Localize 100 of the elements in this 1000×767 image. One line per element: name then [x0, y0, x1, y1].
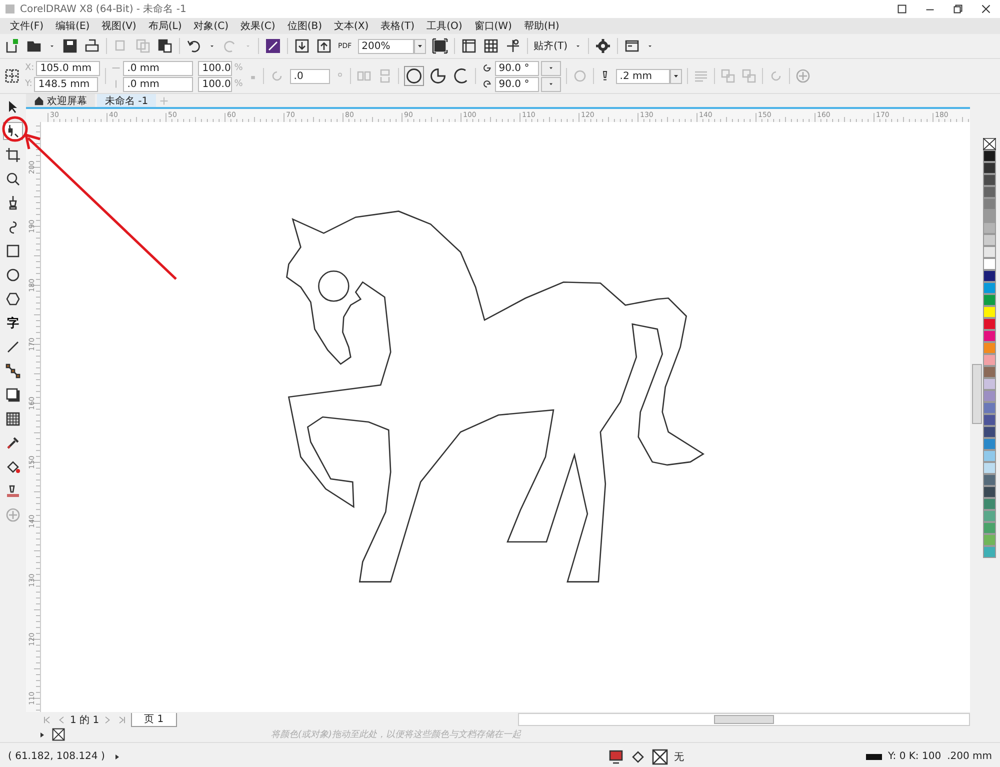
rotation-field[interactable]: .0 [290, 68, 330, 84]
start-angle-field[interactable]: 90.0 ° [494, 60, 539, 76]
color-swatch[interactable] [983, 414, 996, 426]
undo-icon[interactable] [186, 38, 202, 54]
arc-icon[interactable] [452, 67, 470, 85]
menu-item[interactable]: 布局(L) [142, 19, 188, 33]
menu-item[interactable]: 对象(C) [188, 19, 235, 33]
end-angle-field[interactable]: 90.0 ° [494, 76, 539, 92]
color-swatch[interactable] [983, 402, 996, 414]
scale-y-field[interactable]: 100.0 [198, 76, 232, 92]
menu-item[interactable]: 帮助(H) [518, 19, 566, 33]
color-swatch[interactable] [983, 270, 996, 282]
y-position-field[interactable]: 148.5 mm [34, 76, 98, 92]
restore-icon[interactable] [952, 3, 964, 15]
page-counter: 1 的 1 [70, 714, 100, 726]
scale-x-field[interactable]: 100.0 [198, 60, 232, 76]
menu-item[interactable]: 文件(F) [4, 19, 50, 33]
dropdown-button[interactable] [670, 68, 682, 84]
rulers-icon[interactable] [460, 38, 477, 54]
color-swatch[interactable] [983, 366, 996, 378]
color-swatch[interactable] [983, 498, 996, 510]
end-angle-icon [480, 78, 493, 90]
ellipse-icon[interactable] [404, 67, 423, 85]
print-icon[interactable] [84, 38, 100, 54]
color-swatch[interactable] [983, 546, 996, 558]
play-icon[interactable] [112, 752, 121, 760]
percent-label: % [234, 79, 243, 89]
import-icon[interactable] [294, 38, 310, 54]
color-swatch[interactable] [983, 150, 996, 162]
no-color-swatch[interactable] [983, 138, 996, 150]
fill-icon[interactable] [630, 748, 646, 764]
snap-button[interactable]: 贴齐(T) [534, 39, 568, 53]
reference-point-icon[interactable] [4, 68, 20, 84]
vertical-scrollbar[interactable] [972, 364, 982, 424]
x-position-field[interactable]: 105.0 mm [36, 60, 100, 76]
caret-icon[interactable] [548, 81, 554, 87]
color-swatch[interactable] [983, 354, 996, 366]
none-swatch-icon[interactable] [652, 748, 668, 764]
color-swatch[interactable] [983, 294, 996, 306]
grid-icon[interactable] [482, 38, 499, 54]
full-page-icon[interactable] [432, 38, 448, 54]
color-swatch[interactable] [983, 210, 996, 222]
color-swatch[interactable] [983, 426, 996, 438]
color-swatch[interactable] [983, 186, 996, 198]
menu-item[interactable]: 表格(T) [374, 19, 421, 33]
color-swatch[interactable] [983, 246, 996, 258]
color-swatch[interactable] [983, 450, 996, 462]
zoom-field[interactable]: 200% [358, 38, 414, 54]
color-swatch[interactable] [983, 258, 996, 270]
color-swatch[interactable] [983, 162, 996, 174]
width-field[interactable]: .0 mm [123, 60, 194, 76]
height-field[interactable]: .0 mm [123, 76, 194, 92]
horizontal-scrollbar[interactable] [518, 713, 970, 726]
none-swatch-icon[interactable] [52, 728, 65, 741]
color-swatch[interactable] [983, 318, 996, 330]
menu-item[interactable]: 工具(O) [420, 19, 468, 33]
app-logo-icon [4, 3, 16, 15]
page-tab[interactable]: 页 1 [131, 712, 177, 726]
document-tab[interactable]: 未命名 -1 [97, 94, 156, 107]
color-swatch[interactable] [983, 342, 996, 354]
menu-item[interactable]: 位图(B) [281, 19, 328, 33]
guidelines-icon[interactable] [504, 38, 521, 54]
menu-item[interactable]: 编辑(E) [50, 19, 96, 33]
close-icon[interactable] [980, 3, 992, 15]
caret-icon[interactable] [548, 65, 554, 71]
color-swatch[interactable] [983, 474, 996, 486]
color-swatch[interactable] [983, 234, 996, 246]
color-swatch[interactable] [983, 534, 996, 546]
window-icon[interactable] [624, 38, 640, 54]
monitor-icon[interactable] [608, 748, 624, 764]
play-icon[interactable] [38, 730, 46, 738]
menu-item[interactable]: 视图(V) [96, 19, 142, 33]
text-tool[interactable]: 字 [3, 314, 23, 332]
document-tab[interactable]: 欢迎屏幕 [26, 94, 95, 107]
menu-item[interactable]: 窗口(W) [468, 19, 518, 33]
settings-icon[interactable] [594, 38, 611, 54]
color-swatch[interactable] [983, 390, 996, 402]
outline-width-field[interactable]: .2 mm [616, 68, 670, 84]
color-swatch[interactable] [983, 378, 996, 390]
color-swatch[interactable] [983, 222, 996, 234]
color-swatch[interactable] [983, 486, 996, 498]
paste-icon[interactable] [157, 38, 173, 54]
color-swatch[interactable] [983, 510, 996, 522]
color-swatch[interactable] [983, 438, 996, 450]
color-swatch[interactable] [983, 198, 996, 210]
menu-item[interactable]: 文本(X) [328, 19, 375, 33]
pie-icon[interactable] [428, 67, 447, 85]
caret-icon[interactable] [416, 42, 424, 50]
dropdown-button[interactable] [414, 38, 426, 54]
new-document-icon[interactable] [4, 38, 20, 54]
color-swatch[interactable] [983, 522, 996, 534]
export-icon[interactable] [316, 38, 332, 54]
color-swatch[interactable] [983, 462, 996, 474]
color-swatch[interactable] [983, 306, 996, 318]
color-swatch[interactable] [983, 330, 996, 342]
color-swatch[interactable] [983, 174, 996, 186]
save-icon[interactable] [62, 38, 78, 54]
color-swatch[interactable] [983, 282, 996, 294]
menu-item[interactable]: 效果(C) [234, 19, 282, 33]
caret-icon[interactable] [672, 72, 680, 80]
